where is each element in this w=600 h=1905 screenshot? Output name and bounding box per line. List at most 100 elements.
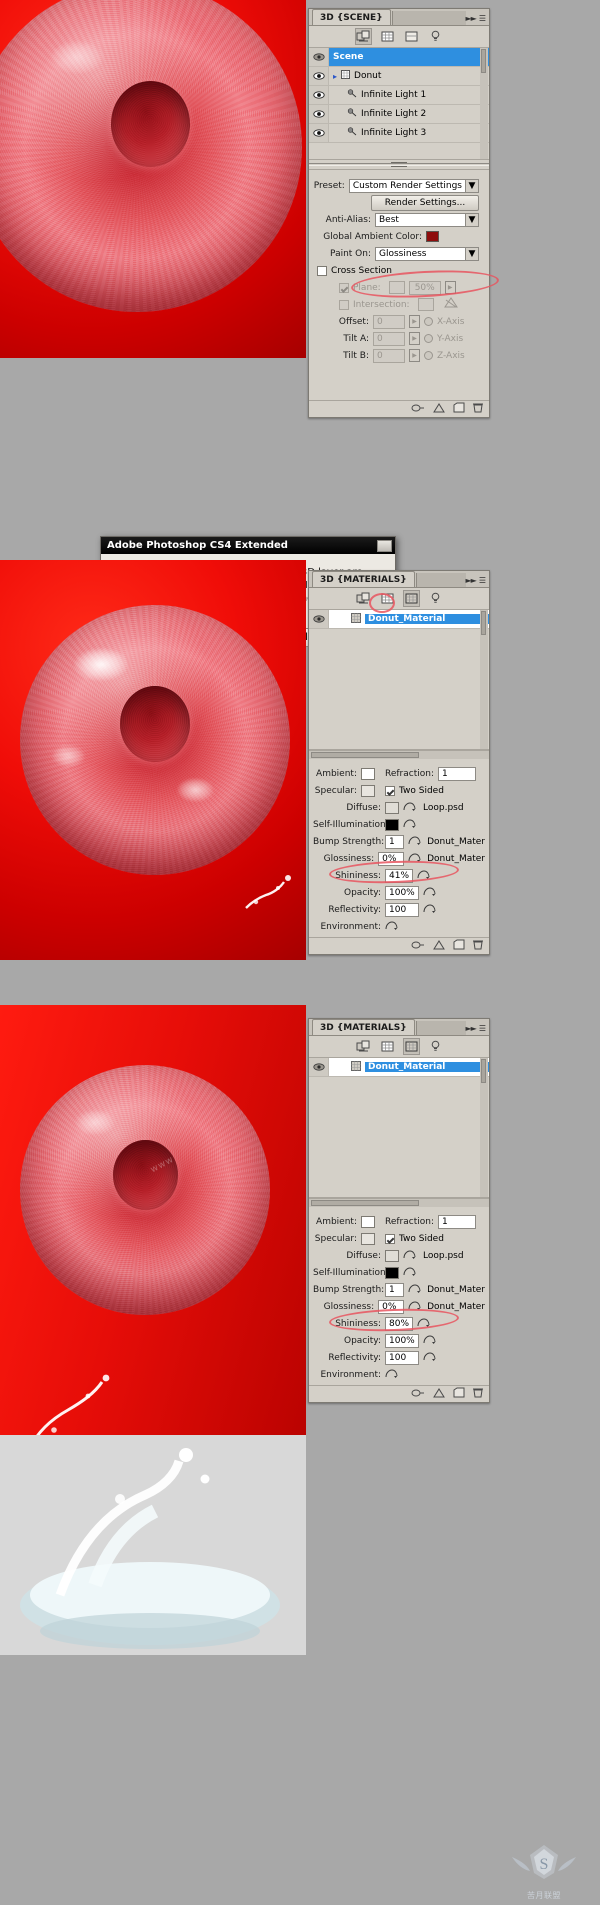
visibility-eye-icon[interactable]	[309, 67, 329, 85]
mesh-icon[interactable]	[380, 1039, 395, 1054]
refraction-value[interactable]: 1	[438, 766, 476, 781]
diffuse-color-swatch[interactable]	[385, 801, 399, 814]
glossiness-row[interactable]: Glossiness: 0% Donut_Mater	[313, 851, 485, 866]
ambient-color-swatch[interactable]	[361, 767, 375, 780]
tree-scrollbar[interactable]	[480, 48, 488, 159]
environment-row[interactable]: Environment:	[313, 919, 485, 934]
materials-list[interactable]: Donut_Material	[309, 1058, 489, 1198]
tree-row[interactable]: Infinite Light 1	[309, 86, 489, 105]
preset-value[interactable]: Custom Render Settings	[348, 178, 466, 193]
specular-color-swatch[interactable]	[361, 784, 375, 797]
toggle-ground-plane-icon[interactable]	[411, 1388, 425, 1401]
texture-menu-icon[interactable]	[408, 852, 421, 866]
bump-strength-value[interactable]: 1	[385, 834, 405, 849]
tab-3d-materials[interactable]: 3D {MATERIALS}	[312, 571, 415, 587]
texture-menu-icon[interactable]	[403, 1266, 416, 1280]
new-layer-icon[interactable]	[453, 402, 465, 416]
toggle-ground-plane-icon[interactable]	[411, 403, 425, 416]
visibility-eye-icon[interactable]	[309, 1058, 329, 1076]
materials-icon[interactable]	[402, 1038, 420, 1055]
materials-filter-toolbar[interactable]	[309, 588, 489, 610]
close-icon[interactable]	[377, 539, 392, 552]
delete-icon[interactable]	[473, 1387, 483, 1401]
panel-3d-materials-1[interactable]: 3D {MATERIALS} ►► ☰ Donut_Material Ambie…	[308, 570, 490, 955]
delete-icon[interactable]	[473, 939, 483, 953]
texture-menu-icon[interactable]	[408, 1300, 421, 1314]
collapse-icon[interactable]: ►►	[466, 576, 477, 585]
panel-3d-scene[interactable]: 3D {SCENE} ►► ☰ Scene ▸ Donut Infinite L…	[308, 8, 500, 418]
bump-strength-row[interactable]: Bump Strength: 1 Donut_Mater	[313, 1282, 485, 1297]
opacity-row[interactable]: Opacity: 100%	[313, 885, 485, 900]
diffuse-row[interactable]: Diffuse: Loop.psd	[313, 1248, 485, 1263]
tree-row[interactable]: Infinite Light 3	[309, 124, 489, 143]
chevron-down-icon[interactable]: ▼	[466, 178, 479, 193]
diffuse-color-swatch[interactable]	[385, 1249, 399, 1262]
ambient-row[interactable]: Ambient: Refraction: 1	[313, 766, 485, 781]
render-settings-button[interactable]: Render Settings...	[371, 194, 479, 211]
lights-icon[interactable]	[428, 29, 443, 44]
visibility-eye-icon[interactable]	[309, 48, 329, 66]
specular-color-swatch[interactable]	[361, 1232, 375, 1245]
visibility-eye-icon[interactable]	[309, 105, 329, 123]
panel-splitter[interactable]	[309, 160, 489, 170]
scene-filter-toolbar[interactable]	[309, 26, 489, 48]
materials-hscrollbar[interactable]	[309, 1198, 489, 1207]
panel-menu-icon[interactable]: ☰	[479, 14, 486, 23]
material-row[interactable]: Donut_Material	[309, 610, 489, 629]
refraction-value[interactable]: 1	[438, 1214, 476, 1229]
cross-section-row[interactable]: Cross Section	[317, 263, 485, 278]
self-illumination-row[interactable]: Self-Illumination:	[313, 817, 485, 832]
dialog-window-buttons[interactable]	[377, 539, 395, 552]
texture-menu-icon[interactable]	[417, 869, 430, 883]
self-illumination-color-swatch[interactable]	[385, 818, 399, 831]
materials-panel-footer[interactable]	[309, 1385, 489, 1402]
specular-row[interactable]: Specular: Two Sided	[313, 783, 485, 798]
delete-icon[interactable]	[473, 402, 483, 416]
texture-menu-icon[interactable]	[403, 1249, 416, 1263]
texture-menu-icon[interactable]	[423, 903, 436, 917]
materials-list[interactable]: Donut_Material	[309, 610, 489, 750]
visibility-eye-icon[interactable]	[309, 124, 329, 142]
glossiness-row[interactable]: Glossiness: 0% Donut_Mater	[313, 1299, 485, 1314]
environment-row[interactable]: Environment:	[313, 1367, 485, 1382]
materials-filter-toolbar[interactable]	[309, 1036, 489, 1058]
texture-menu-icon[interactable]	[423, 1334, 436, 1348]
texture-menu-icon[interactable]	[403, 818, 416, 832]
panel-3d-materials-2[interactable]: 3D {MATERIALS} ►► ☰ Donut_Material Ambie…	[308, 1018, 490, 1403]
materials-hscrollbar[interactable]	[309, 750, 489, 759]
tabbar-controls[interactable]: ►► ☰	[466, 576, 489, 587]
chevron-down-icon[interactable]: ▼	[466, 246, 479, 261]
global-ambient-row[interactable]: Global Ambient Color:	[313, 229, 485, 244]
bump-strength-row[interactable]: Bump Strength: 1 Donut_Mater	[313, 834, 485, 849]
antialias-row[interactable]: Anti-Alias: Best ▼	[313, 212, 485, 227]
collapse-icon[interactable]: ►►	[466, 14, 477, 23]
tree-row[interactable]: ▸ Donut	[309, 67, 489, 86]
shininess-value[interactable]: 80%	[385, 1316, 413, 1331]
texture-menu-icon[interactable]	[385, 1368, 398, 1382]
opacity-value[interactable]: 100%	[385, 885, 419, 900]
scene-icon[interactable]	[354, 28, 372, 45]
mesh-icon[interactable]	[380, 591, 395, 606]
texture-menu-icon[interactable]	[385, 920, 398, 934]
two-sided-checkbox[interactable]	[385, 785, 395, 796]
shininess-row[interactable]: Shininess: 41%	[313, 868, 485, 883]
global-ambient-color-swatch[interactable]	[426, 231, 439, 242]
mesh-icon[interactable]	[380, 29, 395, 44]
toggle-lights-icon[interactable]	[433, 1387, 445, 1401]
texture-menu-icon[interactable]	[408, 1283, 421, 1297]
materials-icon[interactable]	[404, 29, 419, 44]
two-sided-checkbox[interactable]	[385, 1233, 395, 1244]
render-settings-row[interactable]: Render Settings...	[313, 194, 485, 211]
opacity-row[interactable]: Opacity: 100%	[313, 1333, 485, 1348]
new-layer-icon[interactable]	[453, 939, 465, 953]
materials-panel-footer[interactable]	[309, 937, 489, 954]
panel-menu-icon[interactable]: ☰	[479, 1024, 486, 1033]
paint-on-value[interactable]: Glossiness	[375, 246, 466, 261]
lights-icon[interactable]	[428, 1039, 443, 1054]
reflectivity-row[interactable]: Reflectivity: 100	[313, 1350, 485, 1365]
tab-3d-materials[interactable]: 3D {MATERIALS}	[312, 1019, 415, 1035]
shininess-value[interactable]: 41%	[385, 868, 413, 883]
anti-alias-value[interactable]: Best	[375, 212, 466, 227]
scene-icon[interactable]	[356, 1039, 371, 1054]
opacity-value[interactable]: 100%	[385, 1333, 419, 1348]
